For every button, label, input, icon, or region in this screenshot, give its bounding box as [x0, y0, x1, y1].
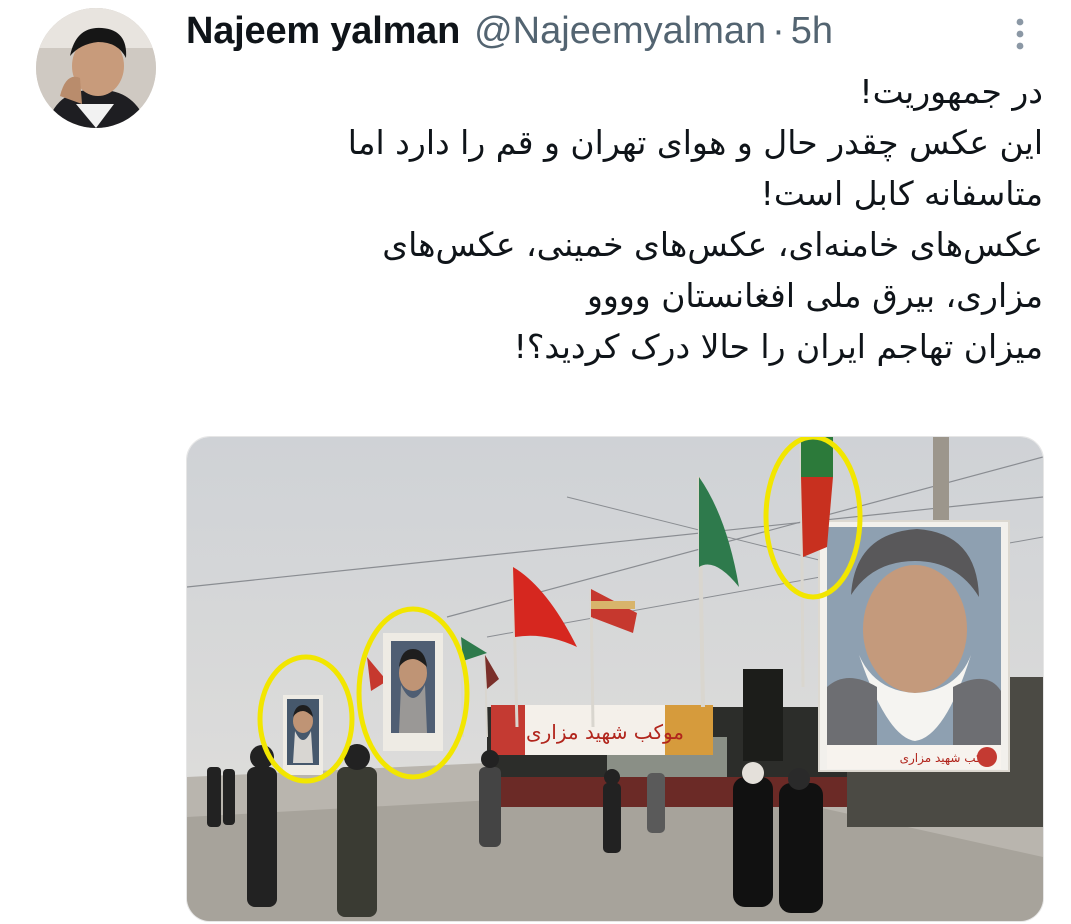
tweet-media[interactable]: موکب شهید مزاری موکب شهید مزاری [186, 436, 1044, 922]
avatar-image [36, 8, 156, 128]
more-vertical-icon[interactable] [1008, 10, 1032, 54]
avatar[interactable] [36, 8, 156, 128]
tweet-text: در جمهوریت! این عکس چقدر حال و هوای تهرا… [223, 66, 1043, 372]
author-name[interactable]: Najeem yalman [186, 10, 460, 53]
tweet-text-line: این عکس چقدر حال و هوای تهران و قم را دا… [347, 123, 1043, 162]
tweet-time[interactable]: 5h [791, 10, 833, 53]
tweet-header: Najeem yalman @Najeemyalman · 5h [186, 4, 986, 58]
separator-dot: · [772, 9, 785, 52]
tweet-text-line: مزاری، بیرق ملی افغانستان وووو [586, 276, 1043, 315]
banner-left-text: موکب شهید مزاری [526, 720, 684, 744]
tweet-text-line: میزان تهاجم ایران را حالا درک کردید؟! [513, 327, 1043, 366]
author-handle[interactable]: @Najeemyalman [474, 10, 766, 53]
tweet-text-line: در جمهوریت! [859, 72, 1043, 111]
tweet-text-line: عکس‌های خامنه‌ای، عکس‌های خمینی، عکس‌های [382, 225, 1043, 264]
media-photo: موکب شهید مزاری موکب شهید مزاری [187, 437, 1043, 921]
tweet-text-line: متاسفانه کابل است! [760, 174, 1043, 213]
